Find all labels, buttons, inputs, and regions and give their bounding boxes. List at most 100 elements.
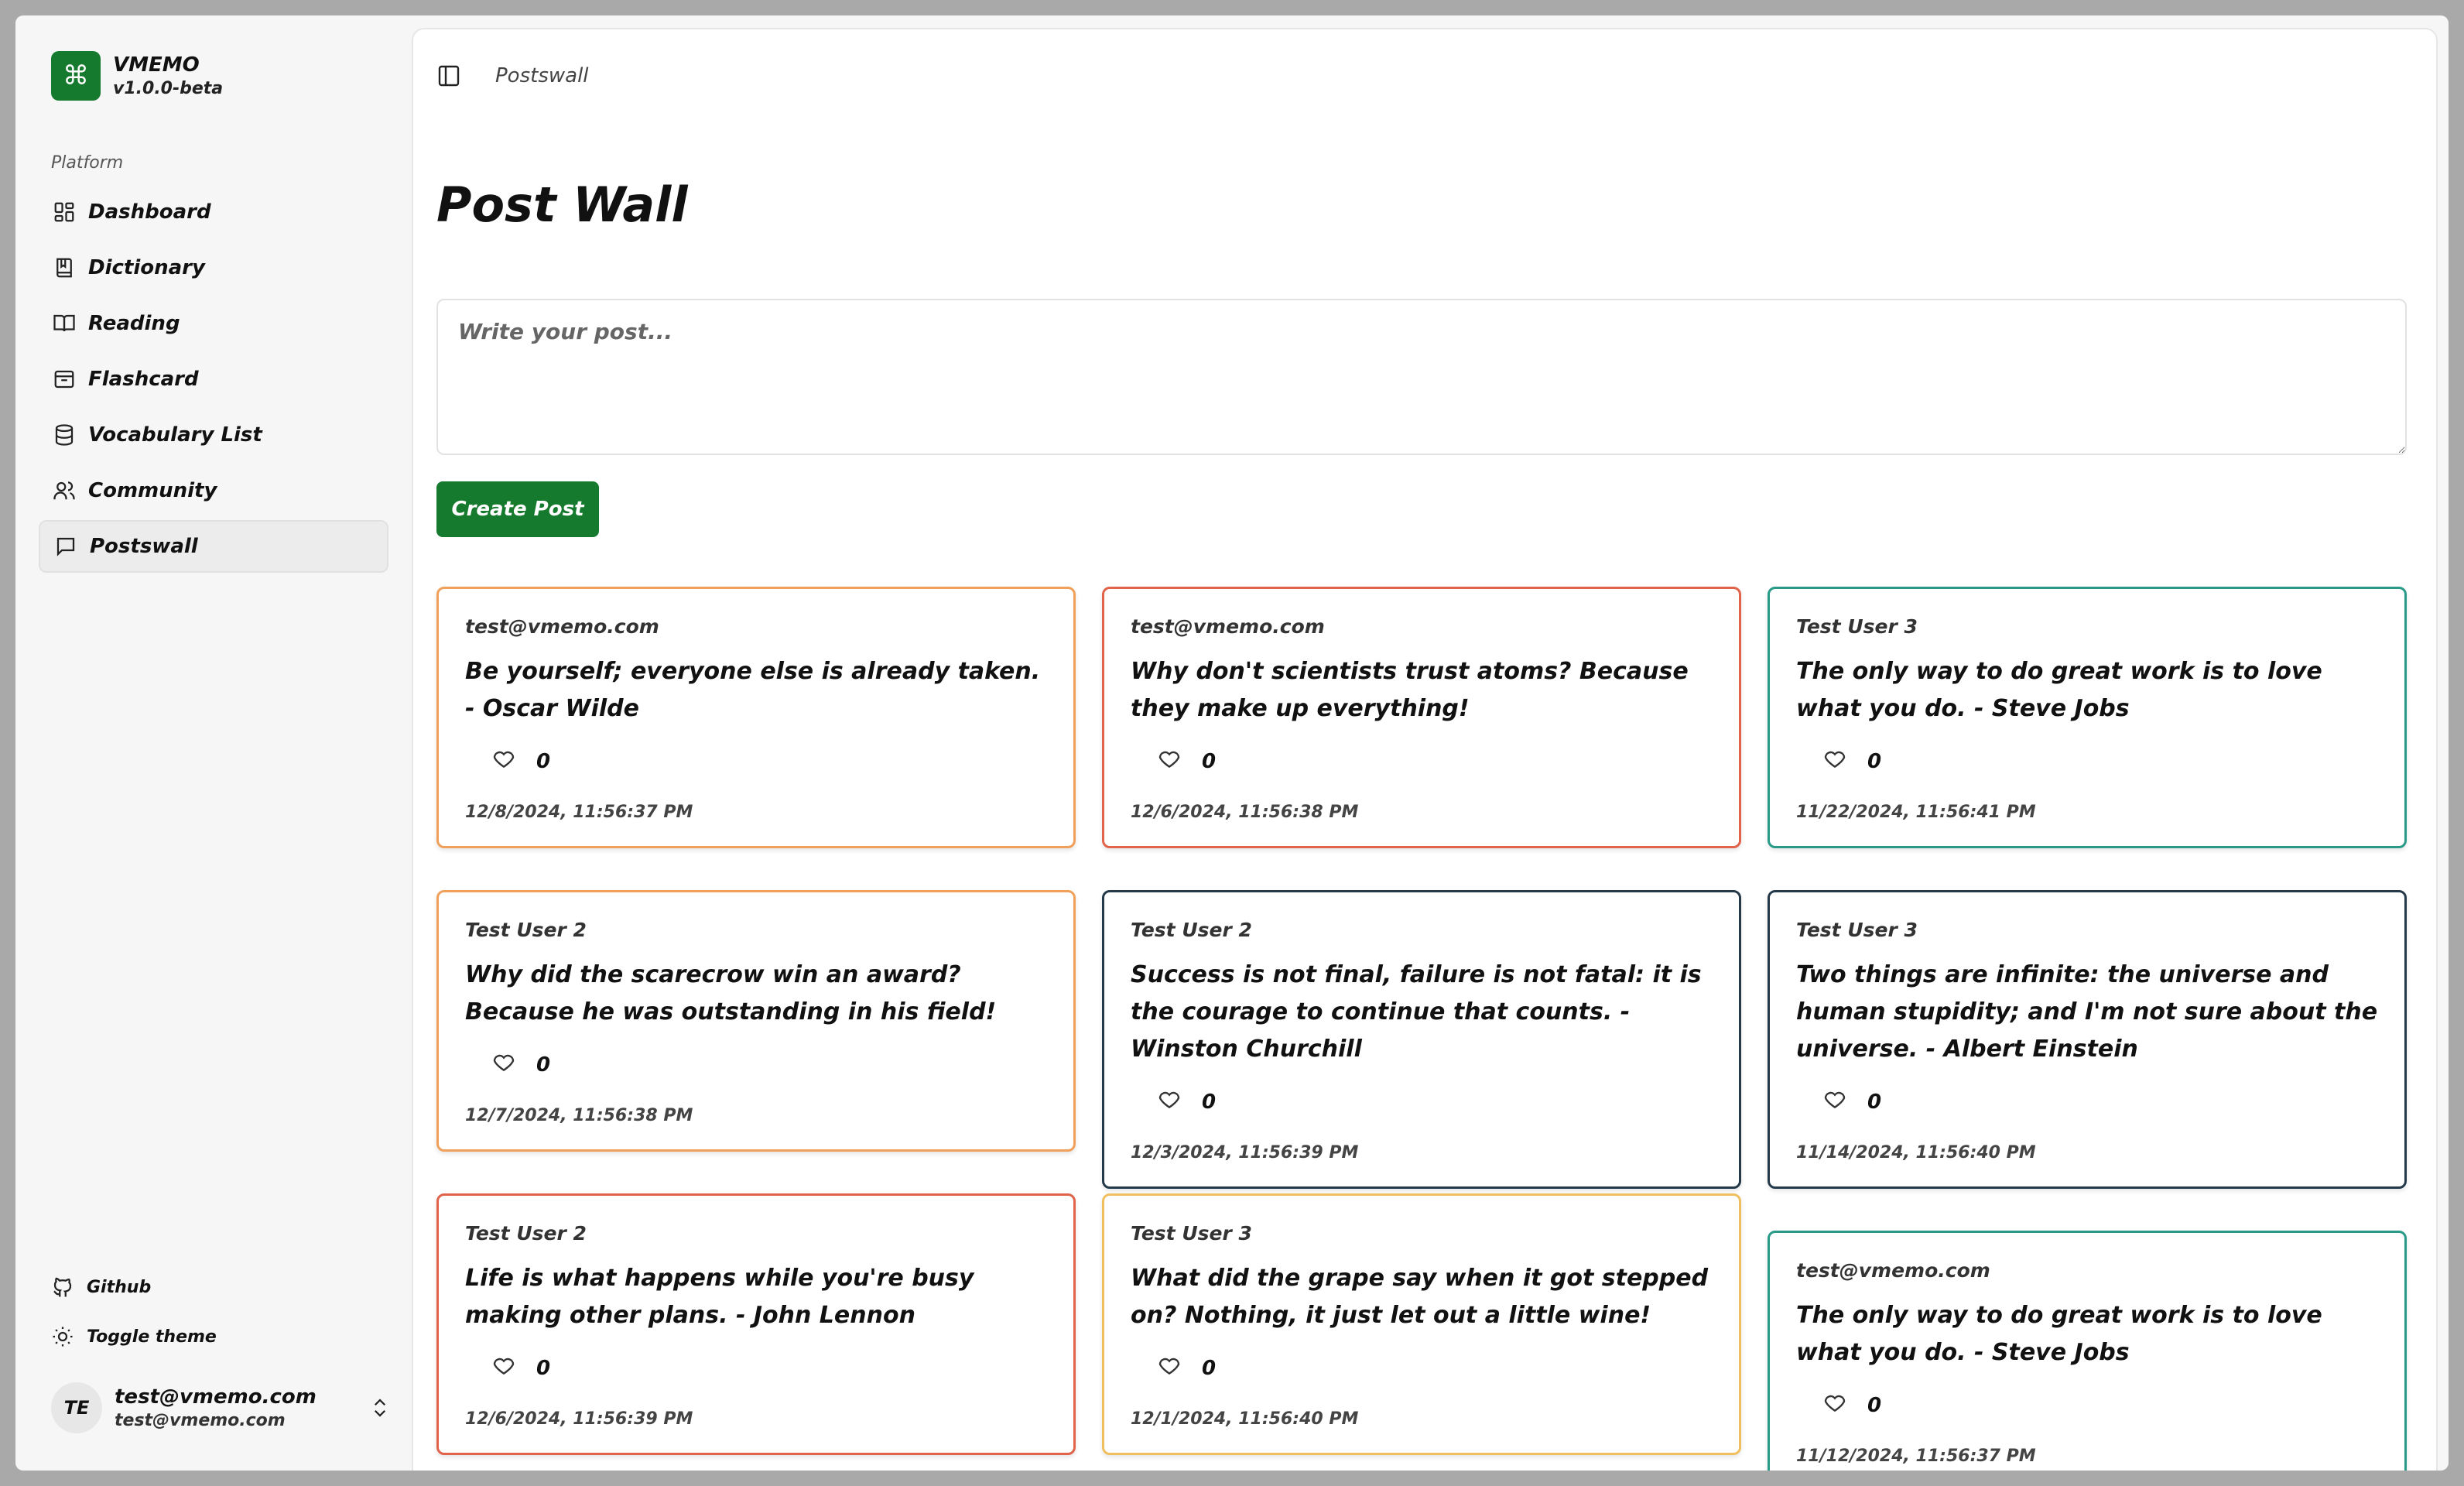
like-count: 0 [536, 1053, 551, 1077]
sidebar-item-label: Dictionary [88, 256, 205, 279]
github-icon [53, 1277, 72, 1297]
post-timestamp: 11/14/2024, 11:56:40 PM [1796, 1143, 2036, 1162]
main-panel: Postswall Post Wall Create Post test@vme… [412, 28, 2438, 1471]
toggle-theme-button[interactable]: Toggle theme [51, 1325, 361, 1348]
post-card: Test User 3 What did the grape say when i… [1102, 1193, 1741, 1455]
post-author: test@vmemo.com [465, 615, 659, 638]
sidebar-item-label: Dashboard [88, 200, 211, 224]
like-button[interactable]: 0 [465, 746, 1047, 776]
like-count: 0 [1202, 1356, 1217, 1380]
like-button[interactable]: 0 [1131, 1353, 1713, 1383]
post-timestamp: 11/22/2024, 11:56:41 PM [1796, 803, 2036, 822]
sidebar-item-community[interactable]: Community [39, 464, 388, 517]
heart-icon [491, 746, 516, 776]
like-button[interactable]: 0 [1131, 1087, 1713, 1117]
sidebar-item-flashcard[interactable]: Flashcard [39, 353, 388, 406]
post-author: Test User 2 [465, 919, 587, 941]
post-card: test@vmemo.com Be yourself; everyone else… [436, 587, 1076, 848]
sidebar-item-postswall[interactable]: Postswall [39, 520, 388, 573]
github-link[interactable]: Github [51, 1275, 361, 1299]
like-button[interactable]: 0 [465, 1353, 1047, 1383]
sun-icon [53, 1327, 73, 1347]
open-book-icon [53, 314, 75, 332]
post-content: Be yourself; everyone else is already ta… [465, 658, 1041, 722]
like-button[interactable]: 0 [1131, 746, 1713, 776]
dashboard-icon [54, 202, 74, 222]
user-menu[interactable]: TE test@vmemo.com test@vmemo.com [51, 1382, 392, 1433]
heart-icon [491, 1353, 516, 1383]
post-timestamp: 12/1/2024, 11:56:40 PM [1131, 1409, 1359, 1429]
like-button[interactable]: 0 [1796, 746, 2378, 776]
post-content: Two things are infinite: the universe an… [1796, 961, 2378, 1063]
breadcrumb[interactable]: Postswall [495, 64, 589, 87]
post-author: Test User 2 [465, 1222, 587, 1245]
post-card: Test User 3 Two things are infinite: the … [1768, 890, 2407, 1189]
post-content: The only way to do great work is to love… [1796, 1302, 2322, 1366]
post-content: Why did the scarecrow win an award? Beca… [465, 961, 997, 1025]
sidebar-item-label: Flashcard [88, 368, 199, 391]
post-timestamp: 12/7/2024, 11:56:38 PM [465, 1106, 693, 1125]
post-card: test@vmemo.com Why don't scientists trust… [1102, 587, 1741, 848]
post-timestamp: 12/3/2024, 11:56:39 PM [1131, 1143, 1359, 1162]
post-author: test@vmemo.com [1131, 615, 1325, 638]
post-input[interactable] [436, 299, 2407, 455]
post-card: Test User 3 The only way to do great work… [1768, 587, 2407, 848]
like-count: 0 [536, 749, 551, 773]
post-card: Test User 2 Life is what happens while yo… [436, 1193, 1076, 1455]
heart-icon [1157, 1353, 1182, 1383]
heart-icon [1822, 1390, 1847, 1420]
like-count: 0 [1202, 749, 1217, 773]
brand[interactable]: ⌘ VMEMO v1.0.0-beta [51, 51, 223, 101]
sidebar-item-label: Community [88, 479, 217, 502]
heart-icon [1157, 1087, 1182, 1117]
post-timestamp: 12/8/2024, 11:56:37 PM [465, 803, 693, 822]
post-card: Test User 2 Success is not final, failure… [1102, 890, 1741, 1189]
toggle-theme-label: Toggle theme [87, 1327, 217, 1347]
sidebar-item-label: Reading [88, 312, 180, 335]
like-button[interactable]: 0 [1796, 1087, 2378, 1117]
brand-name: VMEMO [113, 53, 200, 77]
avatar: TE [51, 1382, 102, 1433]
post-content: The only way to do great work is to love… [1796, 658, 2322, 722]
like-count: 0 [536, 1356, 551, 1380]
brand-version: v1.0.0-beta [113, 78, 224, 98]
sidebar-toggle-icon[interactable] [436, 63, 461, 88]
post-content: Why don't scientists trust atoms? Becaus… [1131, 658, 1689, 722]
heart-icon [1822, 746, 1847, 776]
like-count: 0 [1867, 1393, 1882, 1417]
database-icon [55, 424, 74, 446]
sidebar-item-label: Vocabulary List [88, 423, 262, 447]
post-content: What did the grape say when it got stepp… [1131, 1265, 1709, 1329]
heart-icon [1822, 1087, 1847, 1117]
like-count: 0 [1867, 749, 1882, 773]
like-button[interactable]: 0 [1796, 1390, 2378, 1420]
command-icon: ⌘ [51, 51, 101, 101]
post-author: test@vmemo.com [1796, 1259, 1990, 1282]
post-author: Test User 3 [1131, 1222, 1252, 1245]
sidebar-item-reading[interactable]: Reading [39, 297, 388, 350]
page-title: Post Wall [436, 176, 688, 233]
sidebar-item-vocabulary-list[interactable]: Vocabulary List [39, 409, 388, 461]
post-timestamp: 11/12/2024, 11:56:37 PM [1796, 1447, 2036, 1466]
users-icon [53, 481, 75, 500]
topbar: Postswall [436, 63, 589, 88]
app-window: ⌘ VMEMO v1.0.0-beta Platform Dashboard D… [15, 15, 2449, 1471]
heart-icon [491, 1049, 516, 1080]
sidebar: ⌘ VMEMO v1.0.0-beta Platform Dashboard D… [15, 15, 410, 1471]
post-content: Success is not final, failure is not fat… [1131, 961, 1702, 1063]
message-icon [56, 537, 75, 556]
chevrons-up-down-icon [374, 1399, 386, 1417]
post-author: Test User 3 [1796, 615, 1918, 638]
section-label-platform: Platform [51, 153, 124, 173]
inbox-icon [54, 370, 74, 389]
book-icon [56, 258, 72, 278]
like-button[interactable]: 0 [465, 1049, 1047, 1080]
like-count: 0 [1202, 1090, 1217, 1114]
post-author: Test User 2 [1131, 919, 1252, 941]
sidebar-nav: Dashboard Dictionary Reading Flashcard V… [39, 186, 388, 576]
post-timestamp: 12/6/2024, 11:56:39 PM [465, 1409, 693, 1429]
sidebar-item-dictionary[interactable]: Dictionary [39, 241, 388, 294]
create-post-button[interactable]: Create Post [436, 481, 599, 537]
sidebar-item-dashboard[interactable]: Dashboard [39, 186, 388, 238]
like-count: 0 [1867, 1090, 1882, 1114]
